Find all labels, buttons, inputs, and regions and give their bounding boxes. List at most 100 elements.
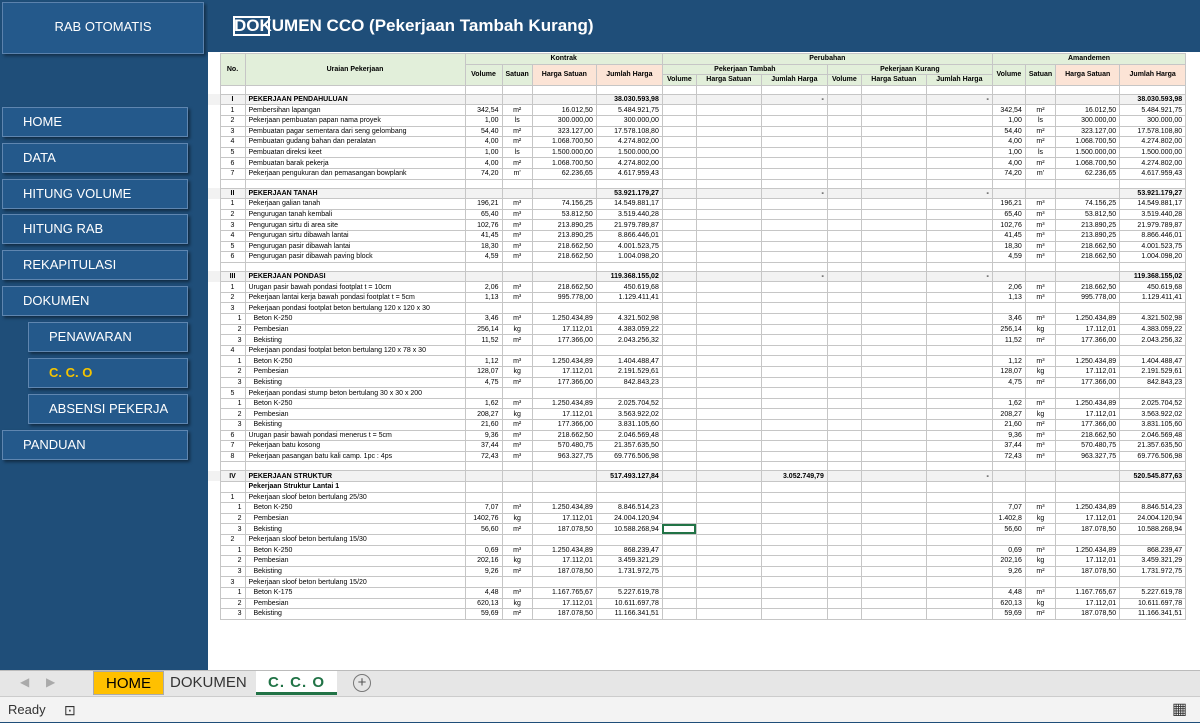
cell-kontrak-jumlah-harga[interactable]: 2.046.569,48 (595, 429, 663, 442)
cell-tambah-jumlah-harga[interactable] (760, 229, 828, 242)
cell-kontrak-jumlah-harga[interactable] (595, 344, 663, 357)
cell-uraian[interactable]: PEKERJAAN STRUKTUR (244, 470, 466, 482)
cell-amandemen-satuan[interactable]: m² (1024, 334, 1057, 346)
sheet-tab-home[interactable]: HOME (93, 671, 164, 695)
cell-kurang-harga-satuan[interactable] (860, 608, 927, 620)
cell-kontrak-jumlah-harga[interactable]: 868.239,47 (595, 544, 663, 557)
cell-uraian[interactable]: Bekisting (244, 565, 466, 578)
cell-amandemen-volume[interactable]: 1,00 (991, 146, 1026, 159)
cell-kurang-harga-satuan[interactable] (860, 157, 927, 169)
cell-kontrak-satuan[interactable]: m² (501, 157, 533, 169)
cell-tambah-harga-satuan[interactable] (695, 512, 762, 525)
cell-tambah-volume[interactable] (661, 419, 697, 431)
cell-amandemen-volume[interactable]: 9,26 (991, 565, 1026, 578)
cell-kurang-harga-satuan[interactable] (860, 114, 927, 127)
cell-kontrak-harga-satuan[interactable]: 17.112,01 (531, 597, 597, 610)
cell-amandemen-satuan[interactable] (1024, 461, 1057, 472)
cell-kontrak-satuan[interactable]: m' (501, 167, 533, 180)
cell-amandemen-harga-satuan[interactable]: 16.012,50 (1055, 104, 1121, 116)
cell-amandemen-volume[interactable] (991, 261, 1026, 272)
cell-tambah-harga-satuan[interactable] (695, 251, 762, 263)
cell-amandemen-satuan[interactable]: kg (1024, 555, 1057, 567)
cell-kontrak-jumlah-harga[interactable]: 11.166.341,51 (595, 608, 663, 620)
cell-kurang-volume[interactable] (826, 376, 862, 389)
cell-amandemen-jumlah-harga[interactable]: 21.979.789,87 (1119, 219, 1187, 231)
nav-cco-button[interactable]: C. C. O (28, 358, 188, 388)
cell-tambah-jumlah-harga[interactable] (760, 576, 828, 588)
cell-tambah-volume[interactable] (661, 167, 697, 180)
cell-kontrak-satuan[interactable] (501, 302, 533, 315)
cell-no[interactable]: 6 (219, 251, 246, 263)
cell-amandemen-volume[interactable]: 7,07 (991, 502, 1026, 514)
cell-kurang-jumlah-harga[interactable] (925, 544, 993, 557)
cell-amandemen-volume[interactable]: 72,43 (991, 450, 1026, 463)
cell-kontrak-satuan[interactable]: m³ (501, 208, 533, 221)
cell-amandemen-volume[interactable]: 128,07 (991, 366, 1026, 378)
cell-no[interactable]: 2 (219, 512, 246, 525)
cell-amandemen-satuan[interactable]: m³ (1024, 240, 1057, 253)
cell-amandemen-satuan[interactable] (1024, 270, 1057, 283)
cell-kontrak-volume[interactable]: 74,20 (464, 167, 503, 180)
cell-no[interactable]: 7 (219, 167, 246, 180)
cell-tambah-harga-satuan[interactable] (695, 208, 762, 221)
cell-kontrak-volume[interactable] (464, 261, 503, 272)
cell-kontrak-harga-satuan[interactable]: 963.327,75 (531, 450, 597, 463)
cell-no[interactable]: IV (219, 470, 246, 482)
cell-amandemen-volume[interactable] (991, 533, 1026, 546)
cell-kontrak-harga-satuan[interactable]: 300.000,00 (531, 114, 597, 127)
cell-amandemen-volume[interactable] (991, 270, 1026, 283)
cell-tambah-harga-satuan[interactable] (695, 366, 762, 378)
cell-kontrak-satuan[interactable]: kg (501, 366, 533, 378)
cell-tambah-volume[interactable] (661, 387, 697, 399)
cell-uraian[interactable]: Pembersihan lapangan (244, 104, 466, 116)
cell-amandemen-volume[interactable]: 1,13 (991, 291, 1026, 304)
cell-kurang-jumlah-harga[interactable] (925, 376, 993, 389)
cell-kurang-volume[interactable] (826, 470, 862, 482)
cell-amandemen-jumlah-harga[interactable] (1119, 533, 1187, 546)
cell-amandemen-jumlah-harga[interactable]: 5.484.921,75 (1119, 104, 1187, 116)
cell-amandemen-satuan[interactable]: m³ (1024, 281, 1057, 293)
cell-amandemen-harga-satuan[interactable]: 213.890,25 (1055, 219, 1121, 231)
cell-amandemen-satuan[interactable] (1024, 261, 1057, 272)
cell-no[interactable]: I (219, 93, 246, 106)
cell-amandemen-harga-satuan[interactable]: 187.078,50 (1055, 523, 1121, 535)
cell-kontrak-jumlah-harga[interactable]: 14.549.881,17 (595, 198, 663, 210)
cell-amandemen-harga-satuan[interactable]: 17.112,01 (1055, 597, 1121, 610)
cell-kurang-jumlah-harga[interactable] (925, 450, 993, 463)
cell-tambah-volume[interactable] (661, 523, 697, 535)
cell-amandemen-jumlah-harga[interactable]: 2.025.704,52 (1119, 397, 1187, 410)
cell-amandemen-harga-satuan[interactable] (1055, 576, 1121, 588)
cell-amandemen-satuan[interactable]: kg (1024, 597, 1057, 610)
cell-kurang-jumlah-harga[interactable] (925, 565, 993, 578)
cell-kontrak-jumlah-harga[interactable]: 5.227.619,78 (595, 586, 663, 599)
cell-kontrak-harga-satuan[interactable]: 1.250.434,89 (531, 313, 597, 325)
cell-kurang-harga-satuan[interactable] (860, 93, 927, 106)
cell-tambah-jumlah-harga[interactable] (760, 480, 828, 493)
cell-kurang-jumlah-harga[interactable] (925, 366, 993, 378)
cell-kontrak-volume[interactable]: 1,12 (464, 355, 503, 368)
cell-amandemen-jumlah-harga[interactable]: 3.831.105,60 (1119, 419, 1187, 431)
cell-kurang-harga-satuan[interactable] (860, 104, 927, 116)
cell-kontrak-jumlah-harga[interactable]: 38.030.593,98 (595, 93, 663, 106)
cell-kurang-volume[interactable] (826, 450, 862, 463)
cell-tambah-volume[interactable] (661, 565, 697, 578)
cell-kontrak-volume[interactable] (464, 470, 503, 482)
cell-amandemen-harga-satuan[interactable]: 300.000,00 (1055, 114, 1121, 127)
cell-tambah-volume[interactable] (661, 555, 697, 567)
cell-kurang-jumlah-harga[interactable] (925, 104, 993, 116)
cell-tambah-harga-satuan[interactable] (695, 291, 762, 304)
cell-kontrak-jumlah-harga[interactable]: 17.578.108,80 (595, 125, 663, 138)
cell-amandemen-jumlah-harga[interactable]: 3.563.922,02 (1119, 408, 1187, 420)
cell-no[interactable] (219, 461, 246, 472)
cell-kurang-volume[interactable] (826, 229, 862, 242)
cell-no[interactable]: 1 (219, 491, 246, 504)
cell-tambah-jumlah-harga[interactable] (760, 419, 828, 431)
cell-tambah-jumlah-harga[interactable] (760, 376, 828, 389)
cell-kontrak-satuan[interactable]: m³ (501, 502, 533, 514)
cell-tambah-harga-satuan[interactable] (695, 491, 762, 504)
cell-amandemen-volume[interactable]: 74,20 (991, 167, 1026, 180)
cell-amandemen-satuan[interactable]: m³ (1024, 219, 1057, 231)
cell-tambah-jumlah-harga[interactable]: - (760, 187, 828, 200)
cell-amandemen-satuan[interactable]: kg (1024, 408, 1057, 420)
cell-kontrak-jumlah-harga[interactable] (595, 261, 663, 272)
